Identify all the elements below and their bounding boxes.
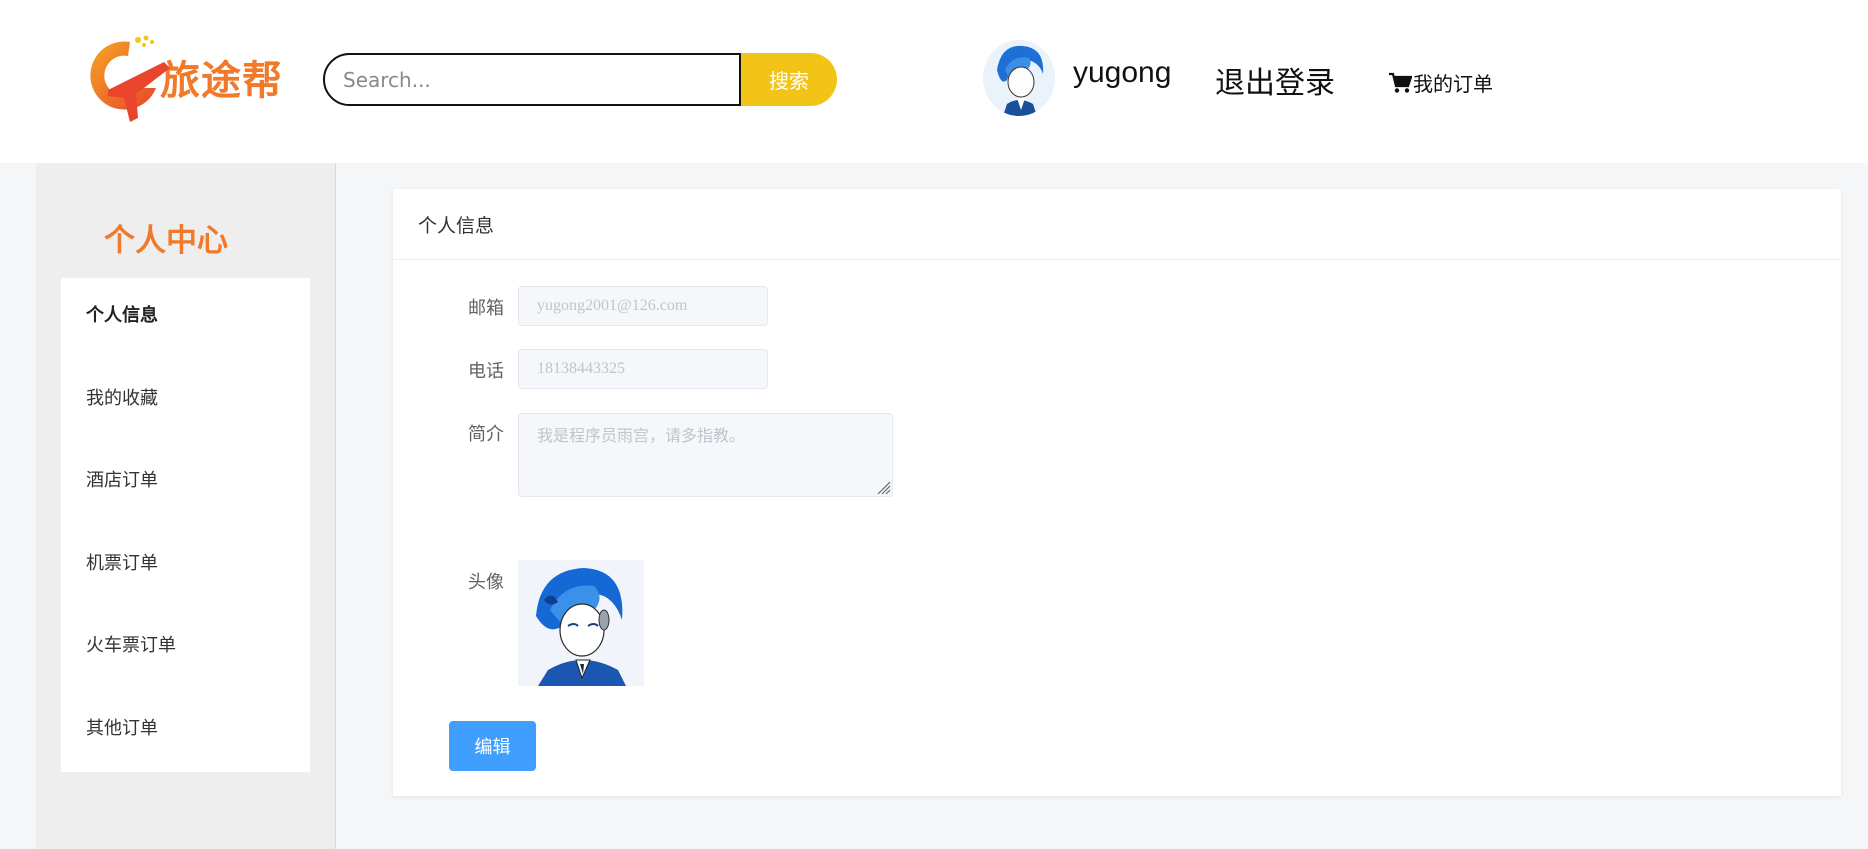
sidebar-title: 个人中心: [104, 223, 228, 259]
my-orders-link[interactable]: 我的订单: [1388, 68, 1493, 97]
email-field[interactable]: yugong2001@126.com: [518, 286, 768, 326]
sidebar-item-profile[interactable]: 个人信息: [86, 301, 158, 327]
profile-card: 个人信息 邮箱 yugong2001@126.com 电话 1813844332…: [393, 189, 1841, 796]
sidebar-item-train-orders[interactable]: 火车票订单: [86, 631, 176, 657]
sidebar-item-other-orders[interactable]: 其他订单: [86, 714, 158, 740]
bio-textarea[interactable]: 我是程序员雨宫，请多指教。: [518, 413, 893, 497]
search-button[interactable]: 搜索: [741, 53, 837, 106]
email-label: 邮箱: [468, 298, 504, 319]
phone-label: 电话: [468, 361, 504, 382]
site-logo[interactable]: 旅途帮: [78, 32, 288, 122]
sidebar-item-favorites[interactable]: 我的收藏: [86, 384, 158, 410]
search-bar: 搜索: [323, 53, 837, 106]
search-input[interactable]: [323, 53, 741, 106]
profile-avatar-image[interactable]: [518, 560, 644, 686]
avatar-label: 头像: [468, 572, 504, 593]
user-avatar[interactable]: [983, 40, 1055, 116]
logo-text: 旅途帮: [160, 58, 283, 104]
resize-handle-icon[interactable]: [875, 479, 891, 495]
plane-logo-icon: [78, 32, 174, 122]
logout-link[interactable]: 退出登录: [1215, 58, 1335, 102]
my-orders-label: 我的订单: [1413, 72, 1493, 96]
edit-button[interactable]: 编辑: [449, 721, 536, 771]
sidebar-menu: 个人信息 我的收藏 酒店订单 机票订单 火车票订单 其他订单: [61, 278, 310, 772]
sidebar-item-hotel-orders[interactable]: 酒店订单: [86, 466, 158, 492]
phone-field[interactable]: 18138443325: [518, 349, 768, 389]
sidebar: 个人中心 个人信息 我的收藏 酒店订单 机票订单 火车票订单 其他订单: [36, 163, 336, 849]
username: yugong: [1073, 56, 1172, 89]
card-title: 个人信息: [418, 214, 495, 237]
cart-icon: [1388, 72, 1413, 94]
top-header: 旅途帮 搜索 yugong 退出登录 我的订单: [0, 0, 1868, 163]
bio-label: 简介: [468, 424, 504, 445]
card-header: 个人信息: [393, 189, 1841, 260]
sidebar-item-flight-orders[interactable]: 机票订单: [86, 549, 158, 575]
bio-placeholder: 我是程序员雨宫，请多指教。: [537, 426, 746, 445]
